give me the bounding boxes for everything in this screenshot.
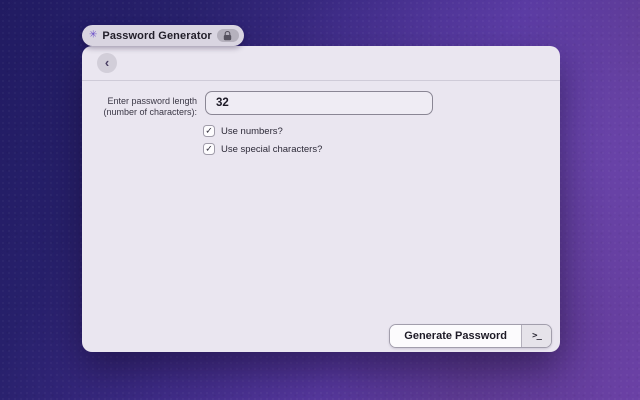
password-length-label-line2: (number of characters): <box>82 107 197 118</box>
window-tab[interactable]: ✳ Password Generator <box>82 25 244 46</box>
password-length-label-line1: Enter password length <box>82 96 197 107</box>
terminal-button[interactable]: >_ <box>521 325 551 347</box>
terminal-prompt-icon: >_ <box>532 331 541 341</box>
window-header: ‹ <box>82 46 560 81</box>
use-numbers-row: ✓ Use numbers? <box>203 125 283 137</box>
lock-badge <box>217 29 239 42</box>
tab-title: Password Generator <box>102 30 211 42</box>
generate-button-group: Generate Password >_ <box>389 324 552 348</box>
sparkle-icon: ✳ <box>89 30 97 40</box>
use-special-characters-label: Use special characters? <box>221 144 322 155</box>
checkmark-icon: ✓ <box>205 126 213 135</box>
use-numbers-checkbox[interactable]: ✓ <box>203 125 215 137</box>
back-button[interactable]: ‹ <box>97 53 117 73</box>
use-numbers-label: Use numbers? <box>221 126 283 137</box>
chevron-left-icon: ‹ <box>105 56 109 69</box>
password-length-input[interactable] <box>205 91 433 115</box>
checkmark-icon: ✓ <box>205 144 213 153</box>
generate-password-button[interactable]: Generate Password <box>390 325 521 347</box>
lock-icon <box>222 31 233 41</box>
password-length-label: Enter password length (number of charact… <box>82 96 197 118</box>
password-generator-window: ‹ Enter password length (number of chara… <box>82 46 560 352</box>
use-special-characters-checkbox[interactable]: ✓ <box>203 143 215 155</box>
use-special-characters-row: ✓ Use special characters? <box>203 143 322 155</box>
